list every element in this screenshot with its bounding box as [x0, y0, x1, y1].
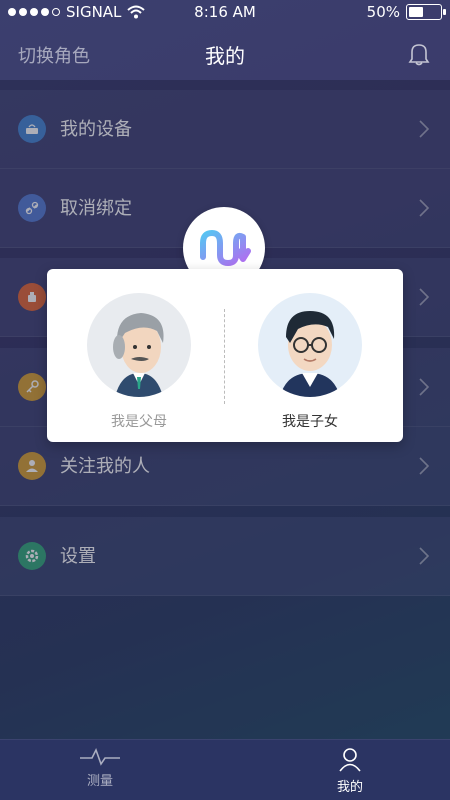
parent-role-label[interactable]: 我是父母 — [69, 411, 209, 431]
dialog-divider — [224, 309, 225, 404]
status-bar: SIGNAL 8:16 AM 50% — [0, 0, 450, 26]
parent-avatar[interactable] — [87, 293, 191, 397]
battery-percent: 50% — [366, 3, 400, 21]
pulse-icon — [80, 747, 120, 766]
role-select-dialog: 我是父母 我是子女 — [47, 269, 403, 442]
page-title: 我的 — [205, 44, 245, 68]
user-icon — [339, 748, 361, 772]
nav-bar: 切换角色 我的 — [0, 26, 450, 80]
tab-measure[interactable]: 测量 — [60, 746, 140, 789]
bell-icon[interactable] — [406, 41, 432, 71]
tab-label: 测量 — [86, 774, 113, 789]
child-role-label[interactable]: 我是子女 — [240, 411, 380, 431]
battery-icon — [406, 4, 446, 20]
tab-label: 我的 — [336, 780, 363, 795]
tab-mine[interactable]: 我的 — [310, 746, 390, 795]
child-avatar[interactable] — [258, 293, 362, 397]
tab-bar: 测量 我的 — [0, 739, 450, 800]
